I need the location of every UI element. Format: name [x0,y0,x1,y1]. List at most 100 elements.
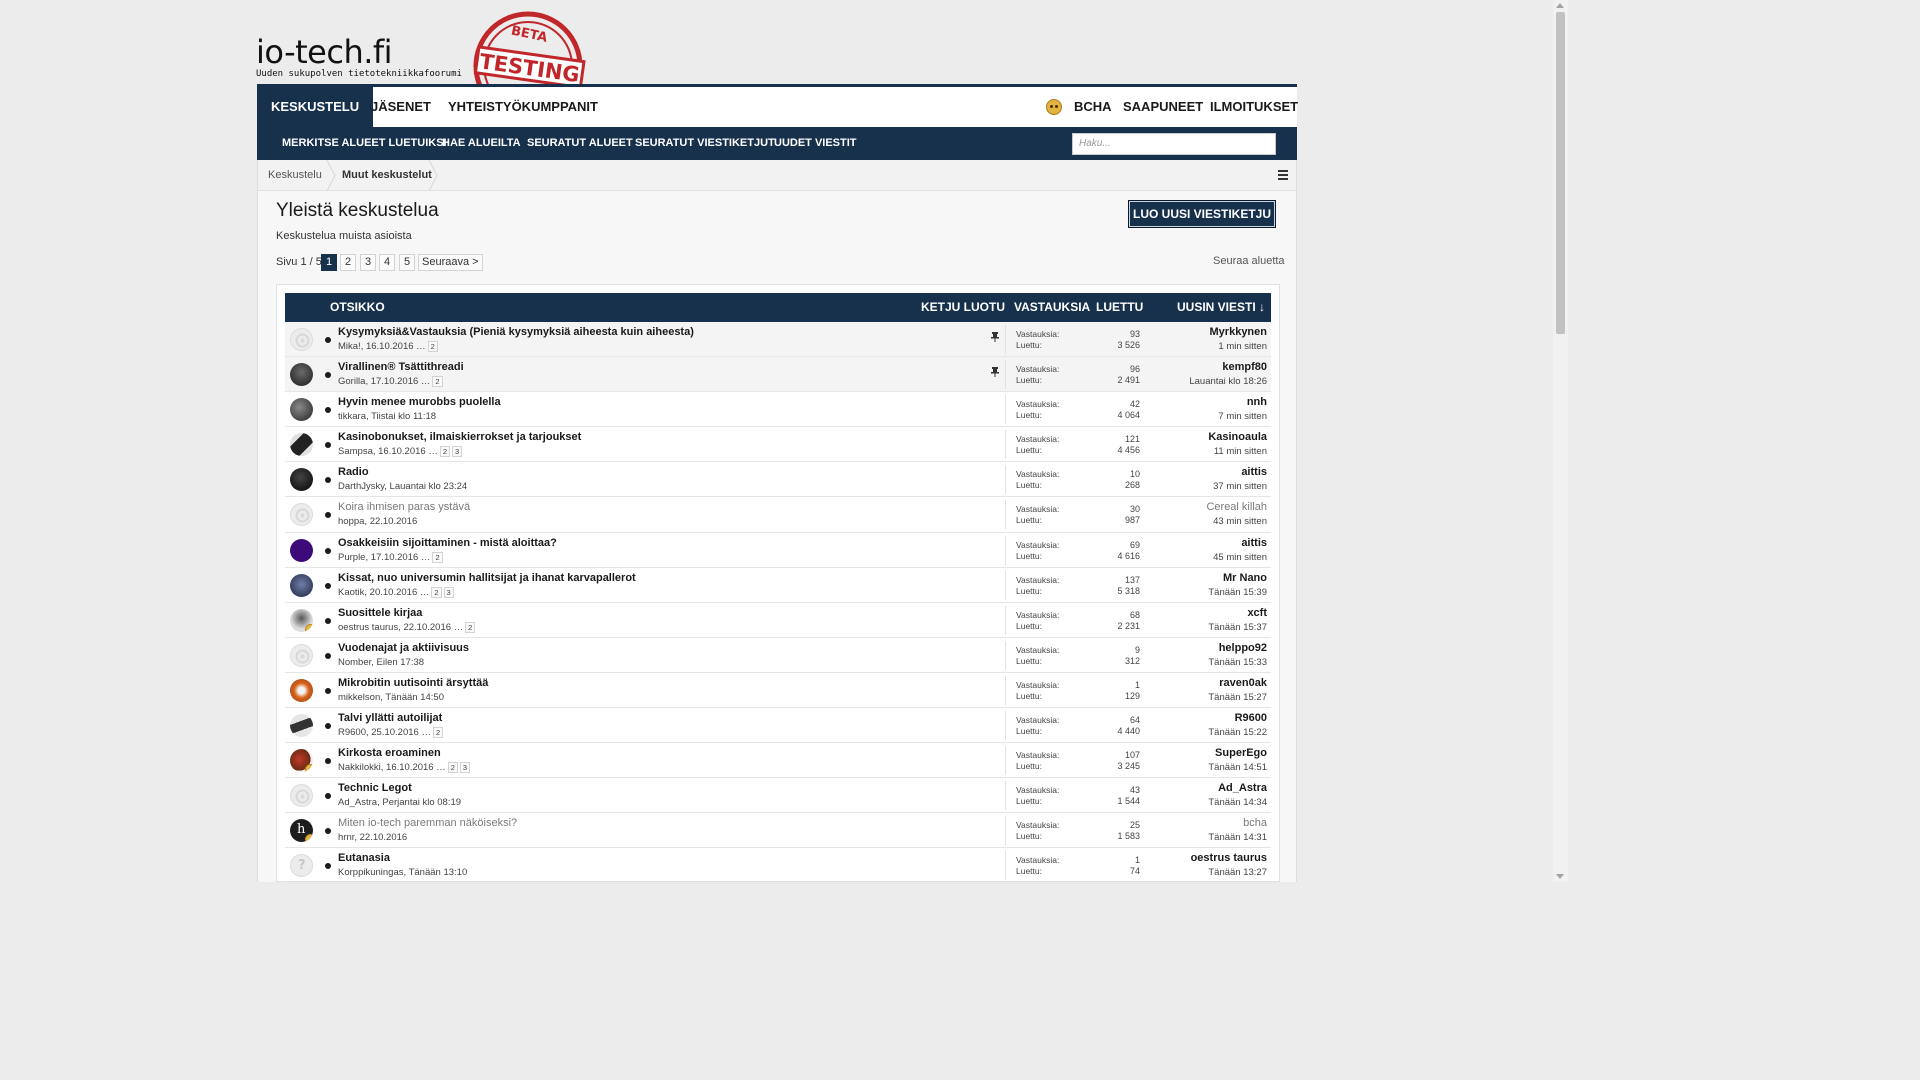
mark-forums-read-link[interactable]: MERKITSE ALUEET LUETUIKSI [282,127,447,160]
last-post-time[interactable]: 7 min sitten [1218,411,1267,422]
last-post-user[interactable]: SuperEgo [1215,747,1267,759]
last-post-user[interactable]: aittis [1241,537,1267,549]
thread-author-date[interactable]: DarthJysky, Lauantai klo 23:24 [338,481,467,492]
tab-jasenet[interactable]: JÄSENET [371,87,431,127]
thread-author-date[interactable]: Kaotik, 20.10.2016 [338,587,417,598]
thread-author-date[interactable]: Korppikuningas, Tänään 13:10 [338,867,467,878]
header-title[interactable]: OTSIKKO [330,293,385,322]
menu-icon[interactable] [1278,170,1288,182]
thread-title[interactable]: Kirkosta eroaminen [338,747,441,759]
alerts-link[interactable]: ILMOITUKSET [1210,87,1298,127]
new-thread-button[interactable]: LUO UUSI VIESTIKETJU [1128,200,1276,228]
author-avatar[interactable] [290,643,313,667]
header-latest[interactable]: UUSIN VIESTI ↓ [1177,293,1265,322]
last-post-user[interactable]: Kasinoaula [1208,431,1267,443]
search-input[interactable]: Haku... [1072,133,1276,155]
last-post-user[interactable]: Ad_Astra [1218,782,1267,794]
thread-author-date[interactable]: Gorilla, 17.10.2016 [338,376,418,387]
last-post-user[interactable]: nnh [1247,396,1267,408]
new-posts-link[interactable]: UUDET VIESTIT [774,127,857,160]
header-replies[interactable]: VASTAUKSIA [1014,293,1090,322]
thread-page-link[interactable]: 2 [431,586,442,598]
header-started[interactable]: KETJU LUOTU [921,293,1005,322]
last-post-user[interactable]: raven0ak [1219,677,1267,689]
thread-title[interactable]: Hyvin menee murobbs puolella [338,396,501,408]
thread-row[interactable]: Osakkeisiin sijoittaminen - mistä aloitt… [285,533,1271,568]
thread-author-date[interactable]: oestrus taurus, 22.10.2016 [338,622,451,633]
thread-title[interactable]: Vuodenajat ja aktiivisuus [338,642,469,654]
thread-row[interactable]: Talvi yllätti autoilijat R9600, 25.10.201… [285,708,1271,744]
last-post-time[interactable]: Tänään 15:33 [1208,657,1267,668]
last-post-time[interactable]: Tänään 14:34 [1208,797,1267,808]
author-avatar[interactable]: ? [290,854,313,878]
last-post-time[interactable]: Tänään 15:39 [1208,587,1267,598]
last-post-user[interactable]: helppo92 [1219,642,1267,654]
author-avatar[interactable] [290,468,313,492]
author-avatar[interactable] [290,784,313,808]
author-avatar[interactable] [290,538,313,562]
search-forums-link[interactable]: HAE ALUEILTA [442,127,521,160]
author-avatar[interactable] [290,433,313,457]
author-avatar[interactable] [290,363,313,387]
thread-page-link[interactable]: 2 [432,551,443,563]
site-name[interactable]: io-tech.fi [256,36,462,68]
thread-author-date[interactable]: hoppa, 22.10.2016 [338,516,417,527]
thread-page-link[interactable]: 2 [427,341,438,352]
last-post-time[interactable]: 11 min sitten [1214,446,1267,457]
last-post-user[interactable]: Cereal killah [1206,501,1267,513]
thread-title[interactable]: Virallinen® Tsättithreadi [338,361,464,373]
thread-title[interactable]: Osakkeisiin sijoittaminen - mistä aloitt… [338,537,557,549]
last-post-time[interactable]: Tänään 15:27 [1208,692,1267,703]
thread-author-date[interactable]: mikkelson, Tänään 14:50 [338,692,444,703]
last-post-time[interactable]: 37 min sitten [1213,481,1267,492]
thread-author-date[interactable]: Ad_Astra, Perjantai klo 08:19 [338,797,461,808]
thread-author-date[interactable]: tikkara, Tiistai klo 11:18 [338,411,436,422]
author-avatar[interactable] [290,678,313,702]
thread-page-link[interactable]: 2 [447,762,458,774]
author-avatar[interactable] [290,608,313,632]
thread-row[interactable]: Vuodenajat ja aktiivisuus Nomber, Eilen 1… [285,638,1271,673]
author-avatar[interactable] [290,749,313,773]
follow-forum-link[interactable]: Seuraa aluetta [1213,255,1285,267]
watched-forums-link[interactable]: SEURATUT ALUEET [527,127,633,160]
thread-title[interactable]: Koira ihmisen paras ystävä [338,501,470,513]
user-avatar-icon[interactable] [1046,99,1062,115]
scroll-up-icon[interactable] [1556,3,1564,8]
page-scrollbar[interactable] [1553,0,1568,882]
thread-author-date[interactable]: Mika!, 16.10.2016 [338,341,414,352]
last-post-time[interactable]: Tänään 14:51 [1208,762,1267,773]
scroll-down-icon[interactable] [1556,874,1564,879]
thread-title[interactable]: Kissat, nuo universumin hallitsijat ja i… [338,572,636,584]
page-link-5[interactable]: 5 [399,254,415,271]
breadcrumb-muut-keskustelut[interactable]: Muut keskustelut [342,160,432,191]
last-post-time[interactable]: 1 min sitten [1218,341,1267,352]
thread-title[interactable]: Talvi yllätti autoilijat [338,712,442,724]
thread-row[interactable]: ? Eutanasia Korppikuningas, Tänään 13:10 Va… [285,848,1271,884]
last-post-user[interactable]: oestrus taurus [1191,852,1267,864]
last-post-user[interactable]: R9600 [1235,712,1267,724]
last-post-time[interactable]: Tänään 15:22 [1208,727,1267,738]
thread-title[interactable]: Kysymyksiä&Vastauksia (Pieniä kysymyksiä… [338,326,694,338]
breadcrumb-keskustelu[interactable]: Keskustelu [268,160,322,191]
page-link-4[interactable]: 4 [379,254,395,271]
thread-row[interactable]: Technic Legot Ad_Astra, Perjantai klo 08:… [285,778,1271,814]
page-link-3[interactable]: 3 [360,254,376,271]
inbox-link[interactable]: SAAPUNEET [1123,87,1203,127]
thread-row[interactable]: Mikrobitin uutisointi ärsyttää mikkelson,… [285,673,1271,709]
author-avatar[interactable] [290,398,313,422]
thread-row[interactable]: Hyvin menee murobbs puolella tikkara, Tii… [285,392,1271,428]
tab-keskustelu[interactable]: KESKUSTELU [257,87,374,127]
author-avatar[interactable] [290,503,313,527]
thread-author-date[interactable]: hrnr, 22.10.2016 [338,832,407,843]
author-avatar[interactable] [290,573,313,597]
tab-yhteistyokumppanit[interactable]: YHTEISTYÖKUMPPANIT [448,87,598,127]
header-views[interactable]: LUETTU [1096,293,1143,322]
thread-title[interactable]: Miten io-tech paremman näköiseksi? [338,817,517,829]
thread-page-link[interactable]: 3 [443,586,454,598]
thread-page-link[interactable]: 2 [439,446,450,458]
user-menu-bcha[interactable]: BCHA [1074,87,1112,127]
thread-author-date[interactable]: Nakkilokki, 16.10.2016 [338,762,434,773]
thread-author-date[interactable]: Sampsa, 16.10.2016 [338,446,426,457]
scrollbar-thumb[interactable] [1556,12,1565,334]
last-post-time[interactable]: 45 min sitten [1213,552,1267,563]
